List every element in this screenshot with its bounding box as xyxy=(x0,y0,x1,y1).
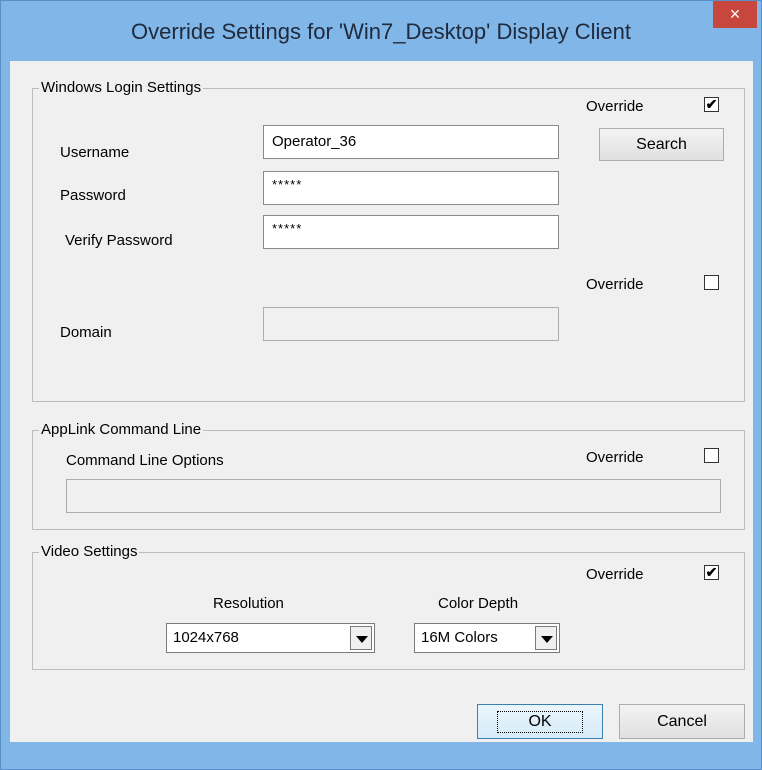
dialog-title: Override Settings for 'Win7_Desktop' Dis… xyxy=(131,19,631,44)
cancel-button[interactable]: Cancel xyxy=(619,704,745,739)
resolution-select[interactable]: 1024x768 xyxy=(166,623,375,653)
ok-label: OK xyxy=(497,711,583,733)
resolution-value: 1024x768 xyxy=(173,629,239,646)
password-label: Password xyxy=(60,187,126,204)
color-depth-label: Color Depth xyxy=(438,595,519,612)
ok-button[interactable]: OK xyxy=(477,704,603,739)
applink-override-checkbox[interactable] xyxy=(704,448,719,463)
applink-group: AppLink Command Line Command Line Option… xyxy=(32,421,745,530)
verify-password-label: Verify Password xyxy=(65,232,173,249)
domain-override-checkbox[interactable] xyxy=(704,275,719,290)
title-bar[interactable]: Override Settings for 'Win7_Desktop' Dis… xyxy=(1,1,761,61)
command-line-field[interactable] xyxy=(66,479,721,513)
resolution-label: Resolution xyxy=(213,595,284,612)
login-override-checkbox[interactable]: ✔ xyxy=(704,97,719,112)
domain-override-label: Override xyxy=(586,276,644,293)
domain-field[interactable] xyxy=(263,307,559,341)
override-settings-dialog: Override Settings for 'Win7_Desktop' Dis… xyxy=(0,0,762,770)
video-settings-legend: Video Settings xyxy=(39,543,140,561)
video-settings-group: Video Settings Override ✔ Resolution 102… xyxy=(32,543,745,670)
checkmark-icon: ✔ xyxy=(705,96,718,112)
color-depth-value: 16M Colors xyxy=(421,629,498,646)
domain-label: Domain xyxy=(60,324,112,341)
applink-override-label: Override xyxy=(586,449,644,466)
windows-login-legend: Windows Login Settings xyxy=(39,79,204,97)
password-field[interactable]: ***** xyxy=(263,171,559,205)
close-icon: × xyxy=(729,4,741,24)
dialog-body: Windows Login Settings Override ✔ Userna… xyxy=(10,61,753,742)
windows-login-group: Windows Login Settings Override ✔ Userna… xyxy=(32,79,745,402)
search-button[interactable]: Search xyxy=(599,128,724,161)
checkmark-icon: ✔ xyxy=(705,564,718,580)
username-label: Username xyxy=(60,144,130,161)
video-override-checkbox[interactable]: ✔ xyxy=(704,565,719,580)
chevron-down-icon[interactable] xyxy=(535,626,557,650)
command-line-options-label: Command Line Options xyxy=(66,452,224,469)
username-field[interactable]: Operator_36 xyxy=(263,125,559,159)
verify-password-field[interactable]: ***** xyxy=(263,215,559,249)
close-button[interactable]: × xyxy=(713,1,757,28)
color-depth-select[interactable]: 16M Colors xyxy=(414,623,560,653)
login-override-label: Override xyxy=(586,98,644,115)
video-override-label: Override xyxy=(586,566,644,583)
applink-legend: AppLink Command Line xyxy=(39,421,204,439)
chevron-down-icon[interactable] xyxy=(350,626,372,650)
